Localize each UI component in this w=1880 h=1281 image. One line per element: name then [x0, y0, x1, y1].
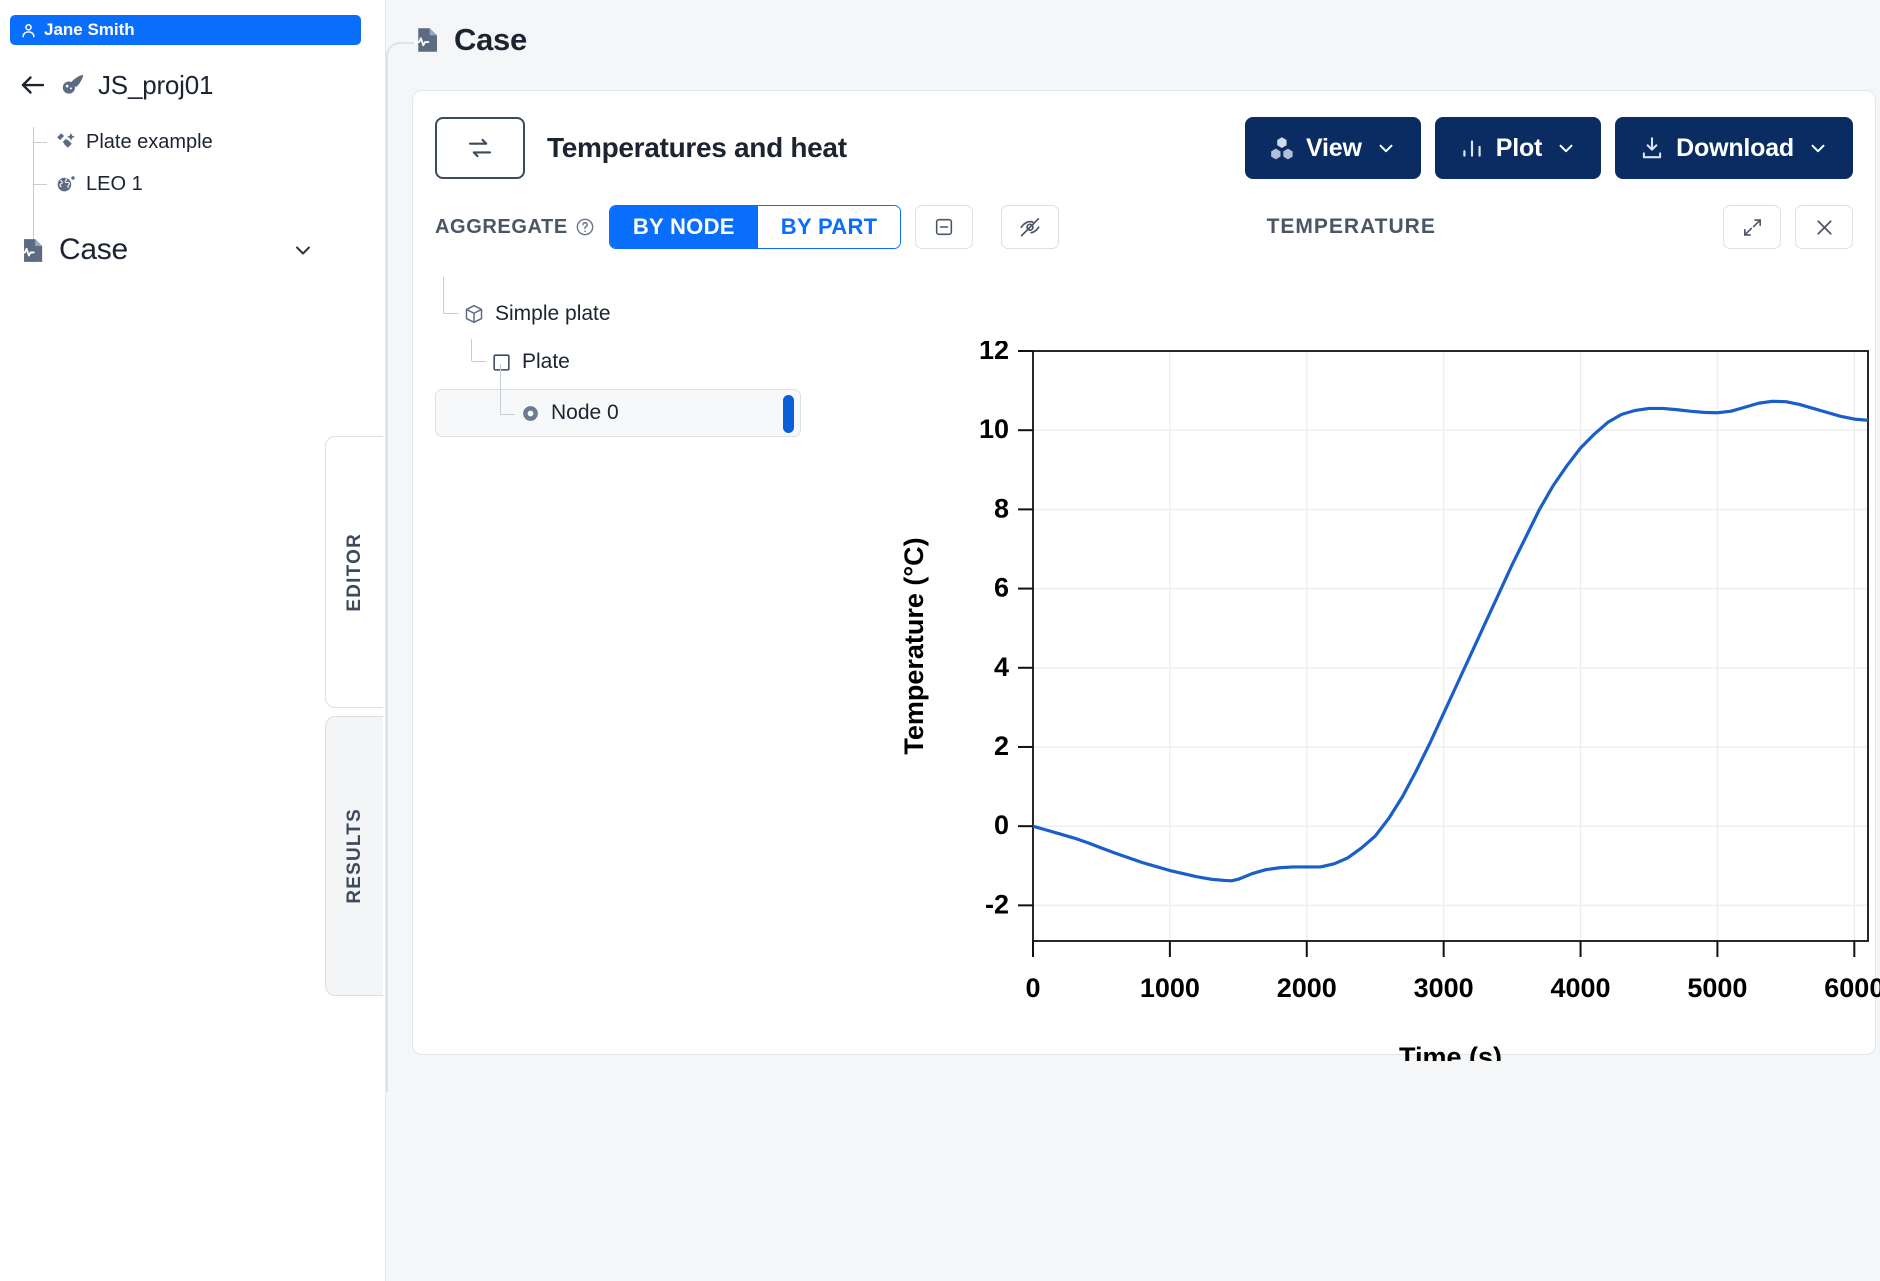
user-name: Jane Smith	[44, 20, 135, 39]
collapse-all-button[interactable]	[915, 205, 974, 249]
x-tick-label: 1000	[1140, 973, 1200, 1003]
x-tick-label: 3000	[1414, 973, 1474, 1003]
download-icon	[1643, 137, 1662, 159]
panel-title: Temperatures and heat	[547, 132, 847, 163]
sidebar-item-plate-example[interactable]: Plate example	[33, 121, 385, 163]
hide-series-button[interactable]	[1001, 205, 1060, 249]
x-tick-label: 2000	[1277, 973, 1337, 1003]
y-tick-label: -2	[985, 889, 1009, 919]
tab-results-label: RESULTS	[343, 808, 365, 904]
results-card: Temperatures and heat View Plot Download…	[412, 90, 1880, 1061]
sidebar: Jane Smith JS_proj01 Plate example LEO 1…	[0, 0, 386, 1281]
chevron-down-icon	[1559, 144, 1573, 153]
selection-tree: Simple plate Plate Node 0	[435, 277, 875, 437]
aggregate-by-part-button[interactable]: BY PART	[757, 206, 901, 248]
sidebar-item-case[interactable]: Case	[0, 227, 385, 273]
y-tick-label: 10	[979, 414, 1009, 444]
series-line	[1033, 399, 1868, 883]
chevron-down-icon[interactable]	[291, 238, 315, 262]
chevron-down-icon	[1379, 144, 1393, 153]
x-tick-label: 0	[1025, 973, 1040, 1003]
download-button-label: Download	[1676, 133, 1794, 162]
refresh-icon	[468, 138, 492, 158]
y-tick-label: 0	[994, 810, 1009, 840]
expand-panel-button[interactable]	[1723, 205, 1781, 249]
y-tick-label: 6	[994, 573, 1009, 603]
tab-results[interactable]: RESULTS	[325, 716, 383, 996]
card-toolbar: Temperatures and heat View Plot Download	[413, 91, 1875, 179]
close-panel-button[interactable]	[1795, 205, 1853, 249]
y-axis-label: Temperature (°C)	[899, 537, 929, 754]
back-arrow-icon[interactable]	[18, 70, 48, 100]
user-icon	[22, 23, 35, 37]
y-tick-label: 8	[994, 493, 1009, 523]
app-root: Jane Smith JS_proj01 Plate example LEO 1…	[0, 0, 1880, 1281]
x-tick-label: 5000	[1687, 973, 1747, 1003]
tab-editor-label: EDITOR	[343, 532, 365, 612]
breadcrumb: Case	[386, 0, 1880, 58]
plot-button-label: Plot	[1495, 133, 1543, 162]
refresh-button[interactable]	[435, 117, 525, 179]
x-tick-label: 6000	[1824, 973, 1880, 1003]
chevron-down-icon	[1811, 144, 1825, 153]
x-tick-label: 4000	[1551, 973, 1611, 1003]
aggregate-by-node-button[interactable]: BY NODE	[609, 206, 758, 248]
selection-item-node-0[interactable]: Node 0	[435, 364, 801, 437]
minus-square-icon	[936, 218, 953, 236]
sidebar-tree: Plate example LEO 1	[0, 121, 385, 263]
panel-window-controls	[1723, 205, 1853, 249]
selection-item-label: Plate	[522, 350, 570, 373]
case-file-icon	[414, 28, 437, 52]
selection-item-label: Node 0	[551, 401, 619, 424]
plot-frame	[1032, 350, 1869, 942]
node-dot-icon	[523, 405, 538, 421]
close-icon	[1816, 219, 1832, 235]
bar-chart-icon	[1463, 140, 1481, 157]
project-row[interactable]: JS_proj01	[18, 65, 385, 105]
globe-icon	[57, 176, 75, 192]
y-tick-label: 4	[994, 652, 1009, 682]
selection-item-simple-plate[interactable]: Simple plate	[435, 291, 875, 337]
selection-item-label: Simple plate	[495, 302, 611, 325]
connector-elbow	[386, 42, 414, 1092]
sidebar-item-label: LEO 1	[86, 172, 143, 195]
chart-container: -2 0 2 4 6 8 10 12 0 1000 2000 3000 4000 5000 6000 Time…	[883, 341, 1880, 1061]
cube-icon	[465, 304, 483, 324]
help-circle-icon[interactable]	[575, 217, 595, 237]
y-tick-label: 2	[994, 731, 1009, 761]
view-button[interactable]: View	[1245, 117, 1421, 179]
sidebar-item-label: Plate example	[86, 130, 213, 153]
sidebar-item-case-label: Case	[59, 233, 128, 266]
case-file-icon	[20, 238, 43, 262]
user-badge[interactable]: Jane Smith	[10, 15, 361, 45]
plot-type-label: TEMPERATURE	[1266, 215, 1436, 238]
vertical-tabs: EDITOR RESULTS	[325, 436, 387, 996]
view-button-label: View	[1306, 133, 1362, 162]
aggregate-segmented-control: BY NODE BY PART	[608, 205, 902, 249]
comet-icon	[62, 74, 84, 94]
aggregate-label-text: AGGREGATE	[435, 215, 568, 238]
main-content: Case Temperatures and heat View Plot Dow…	[386, 0, 1880, 1281]
download-button[interactable]: Download	[1615, 117, 1853, 179]
expand-icon	[1743, 218, 1761, 236]
eye-off-icon	[1020, 217, 1040, 237]
sidebar-item-leo-1[interactable]: LEO 1	[33, 163, 385, 205]
series-color-swatch[interactable]	[783, 395, 794, 433]
x-axis-label: Time (s)	[1399, 1042, 1502, 1061]
toolbar-actions: View Plot Download	[1245, 117, 1853, 179]
cubes-icon	[1271, 137, 1293, 160]
aggregate-row: AGGREGATE BY NODE BY PART TEMPERATURE	[413, 179, 1875, 249]
temperature-time-chart[interactable]: -2 0 2 4 6 8 10 12 0 1000 2000 3000 4000 5000 6000 Time…	[883, 341, 1880, 1061]
project-name: JS_proj01	[98, 69, 214, 100]
y-tick-label: 12	[979, 341, 1009, 365]
plot-button[interactable]: Plot	[1434, 117, 1602, 179]
aggregate-label: AGGREGATE	[435, 216, 595, 239]
tab-editor[interactable]: EDITOR	[325, 436, 383, 708]
satellite-icon	[57, 133, 75, 148]
page-title: Case	[454, 22, 527, 57]
